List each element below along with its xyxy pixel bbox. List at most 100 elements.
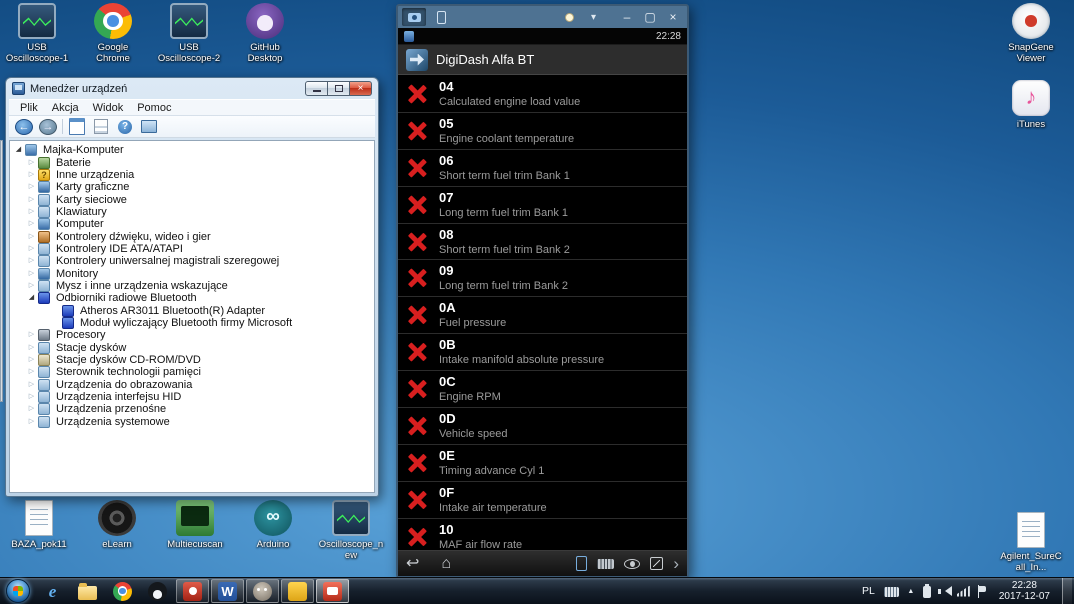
tree-expander-icon[interactable] bbox=[26, 268, 37, 280]
nav-icon[interactable] bbox=[650, 557, 664, 570]
toolbar-button[interactable] bbox=[62, 119, 63, 134]
tree-expander-icon[interactable] bbox=[26, 218, 37, 230]
desktop-icon[interactable]: Agilent_SureCall_In... bbox=[998, 512, 1064, 573]
close-button[interactable]: × bbox=[349, 81, 372, 96]
pid-row[interactable]: 0D Vehicle speed bbox=[398, 408, 687, 445]
taskbar-app-button[interactable] bbox=[106, 579, 139, 603]
tree-expander-icon[interactable] bbox=[26, 329, 37, 341]
tree-item[interactable]: Kontrolery IDE ATA/ATAPI bbox=[10, 242, 374, 255]
tree-item[interactable]: Karty graficzne bbox=[10, 181, 374, 194]
nav-icon[interactable] bbox=[597, 558, 615, 569]
nav-icon[interactable] bbox=[441, 551, 451, 577]
minimize-button[interactable]: – bbox=[617, 7, 637, 27]
tree-item[interactable]: Atheros AR3011 Bluetooth(R) Adapter bbox=[10, 304, 374, 317]
tray-icon[interactable] bbox=[906, 585, 916, 598]
tree-item[interactable]: Komputer bbox=[10, 218, 374, 231]
tree-expander-icon[interactable] bbox=[26, 379, 37, 391]
tree-expander-icon[interactable] bbox=[26, 169, 37, 181]
tree-item[interactable]: Stacje dysków bbox=[10, 341, 374, 354]
desktop-icon[interactable]: SnapGene Viewer bbox=[998, 3, 1064, 64]
tree-item[interactable]: Moduł wyliczający Bluetooth firmy Micros… bbox=[10, 316, 374, 329]
tree-item[interactable]: Urządzenia przenośne bbox=[10, 403, 374, 416]
nav-icon[interactable] bbox=[576, 556, 588, 571]
tree-item[interactable]: Kontrolery uniwersalnej magistrali szere… bbox=[10, 255, 374, 268]
tree-expander-icon[interactable] bbox=[26, 255, 37, 267]
taskbar-app-button[interactable] bbox=[141, 579, 174, 603]
pid-row[interactable]: 04 Calculated engine load value bbox=[398, 76, 687, 113]
start-button[interactable] bbox=[0, 578, 36, 604]
menu-item[interactable]: Plik bbox=[13, 101, 45, 115]
tree-item[interactable]: Odbiorniki radiowe Bluetooth bbox=[10, 292, 374, 305]
close-button[interactable]: × bbox=[663, 7, 683, 27]
toolbar-button[interactable] bbox=[139, 118, 159, 136]
desktop-icon[interactable]: Google Chrome bbox=[80, 3, 146, 64]
tree-item[interactable]: Urządzenia systemowe bbox=[10, 415, 374, 428]
tree-expander-icon[interactable] bbox=[26, 342, 37, 354]
taskbar-app-button[interactable] bbox=[211, 579, 244, 603]
tree-expander-icon[interactable] bbox=[26, 391, 37, 403]
language-indicator[interactable]: PL bbox=[860, 585, 877, 597]
desktop-icon[interactable]: GitHub Desktop bbox=[232, 3, 298, 64]
tree-expander-icon[interactable] bbox=[26, 416, 37, 428]
record-indicator-icon[interactable] bbox=[564, 12, 574, 22]
pid-row[interactable]: 07 Long term fuel trim Bank 1 bbox=[398, 186, 687, 224]
tree-item[interactable]: Monitory bbox=[10, 267, 374, 280]
taskbar-app-button[interactable] bbox=[176, 579, 209, 603]
toolbar-button[interactable] bbox=[91, 118, 111, 136]
tray-icon[interactable] bbox=[937, 585, 952, 598]
tree-expander-icon[interactable] bbox=[26, 157, 37, 169]
taskbar-app-button[interactable] bbox=[71, 579, 104, 603]
nav-icon[interactable] bbox=[673, 551, 679, 577]
screenshot-tab-icon[interactable] bbox=[402, 8, 426, 26]
minimize-button[interactable] bbox=[305, 81, 328, 96]
nav-icon[interactable] bbox=[624, 558, 641, 569]
tree-expander-icon[interactable] bbox=[26, 280, 37, 292]
tree-expander-icon[interactable] bbox=[26, 354, 37, 366]
pid-row[interactable]: 09 Long term fuel trim Bank 2 bbox=[398, 260, 687, 298]
desktop-icon[interactable]: Multiecuscan bbox=[162, 500, 228, 561]
pid-row[interactable]: 0A Fuel pressure bbox=[398, 297, 687, 335]
tree-item[interactable]: Kontrolery dźwięku, wideo i gier bbox=[10, 230, 374, 243]
tree-expander-icon[interactable] bbox=[26, 243, 37, 255]
tree-item[interactable]: Mysz i inne urządzenia wskazujące bbox=[10, 279, 374, 292]
tree-expander-icon[interactable] bbox=[26, 403, 37, 415]
desktop-icon[interactable]: USB Oscilloscope-2 bbox=[156, 3, 222, 64]
tree-item[interactable]: Urządzenia do obrazowania bbox=[10, 378, 374, 391]
show-desktop-button[interactable] bbox=[1062, 577, 1072, 604]
pid-row[interactable]: 10 MAF air flow rate bbox=[398, 518, 687, 550]
tree-item[interactable]: Karty sieciowe bbox=[10, 193, 374, 206]
tree-expander-icon[interactable] bbox=[13, 144, 24, 156]
tree-expander-icon[interactable] bbox=[26, 206, 37, 218]
desktop-icon[interactable]: Arduino bbox=[240, 500, 306, 561]
taskbar-app-button[interactable] bbox=[246, 579, 279, 603]
pid-row[interactable]: 0E Timing advance Cyl 1 bbox=[398, 444, 687, 482]
toolbar-button[interactable] bbox=[38, 118, 58, 136]
tree-expander-icon[interactable] bbox=[26, 194, 37, 206]
tray-icon[interactable] bbox=[922, 583, 931, 598]
android-window-titlebar[interactable]: ▾ – ▢ × bbox=[398, 6, 687, 28]
taskbar-clock[interactable]: 22:28 2017-12-07 bbox=[994, 580, 1055, 603]
desktop-icon[interactable]: Oscilloscope_new bbox=[318, 500, 384, 561]
taskbar-app-button[interactable] bbox=[316, 579, 349, 603]
toolbar-button[interactable] bbox=[67, 118, 87, 136]
pid-row[interactable]: 05 Engine coolant temperature bbox=[398, 112, 687, 150]
pid-row[interactable]: 08 Short term fuel trim Bank 2 bbox=[398, 223, 687, 261]
pid-row[interactable]: 0B Intake manifold absolute pressure bbox=[398, 334, 687, 372]
tree-item[interactable]: Sterownik technologii pamięci bbox=[10, 366, 374, 379]
pid-row[interactable]: 0C Engine RPM bbox=[398, 371, 687, 409]
taskbar-app-button[interactable] bbox=[36, 579, 69, 603]
tree-item[interactable]: Inne urządzenia bbox=[10, 168, 374, 181]
tree-item[interactable]: Baterie bbox=[10, 156, 374, 169]
tree-expander-icon[interactable] bbox=[26, 231, 37, 243]
tray-icon[interactable] bbox=[957, 585, 970, 598]
pid-row[interactable]: 06 Short term fuel trim Bank 1 bbox=[398, 149, 687, 187]
tree-expander-icon[interactable] bbox=[26, 292, 37, 304]
desktop-icon[interactable]: BAZA_pok11 bbox=[6, 500, 72, 561]
desktop-icon[interactable]: eLearn bbox=[84, 500, 150, 561]
pid-row[interactable]: 0F Intake air temperature bbox=[398, 481, 687, 519]
toolbar-button[interactable] bbox=[14, 118, 34, 136]
menu-item[interactable]: Akcja bbox=[45, 101, 86, 115]
desktop-icon[interactable]: iTunes bbox=[998, 80, 1064, 130]
tree-item[interactable]: Procesory bbox=[10, 329, 374, 342]
taskbar-app-button[interactable] bbox=[281, 579, 314, 603]
